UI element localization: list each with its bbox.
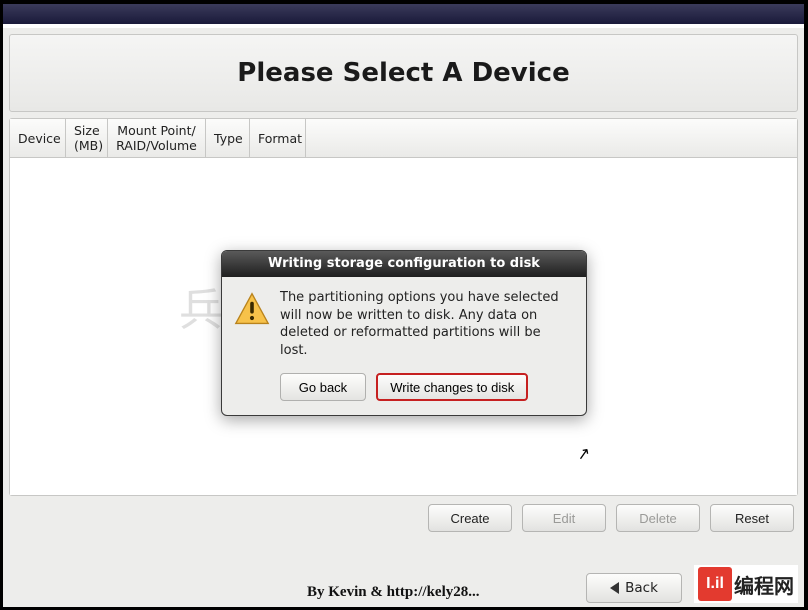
col-device[interactable]: Device (10, 119, 66, 157)
edit-button: Edit (522, 504, 606, 532)
col-type[interactable]: Type (206, 119, 250, 157)
col-mount-l1: Mount Point/ (116, 123, 197, 138)
write-changes-button[interactable]: Write changes to disk (376, 373, 528, 401)
warning-icon (234, 291, 270, 327)
go-back-button[interactable]: Go back (280, 373, 366, 401)
back-button[interactable]: Back (586, 573, 682, 603)
dialog-body: The partitioning options you have select… (222, 277, 586, 365)
brand-text: 编程网 (734, 570, 794, 599)
delete-button: Delete (616, 504, 700, 532)
col-mount[interactable]: Mount Point/ RAID/Volume (108, 119, 206, 157)
dialog-buttons: Go back Write changes to disk (222, 365, 586, 415)
dialog-message: The partitioning options you have select… (280, 289, 572, 359)
col-size-l1: Size (74, 123, 99, 138)
back-label: Back (625, 580, 658, 596)
create-button[interactable]: Create (428, 504, 512, 532)
col-mount-l2: RAID/Volume (116, 138, 197, 153)
credit-text: By Kevin & http://kely28... (307, 584, 480, 601)
col-format[interactable]: Format (250, 119, 306, 157)
col-size[interactable]: Size (MB) (66, 119, 108, 157)
reset-button[interactable]: Reset (710, 504, 794, 532)
column-headers: Device Size (MB) Mount Point/ RAID/Volum… (10, 119, 797, 158)
arrow-left-icon (610, 582, 619, 594)
window-titlebar (3, 4, 804, 24)
header-panel: Please Select A Device (9, 34, 798, 112)
action-buttons: Create Edit Delete Reset (9, 496, 798, 532)
brand-badge: I.il 编程网 (694, 565, 798, 603)
dialog-title: Writing storage configuration to disk (222, 251, 586, 277)
write-confirm-dialog: Writing storage configuration to disk Th… (221, 250, 587, 416)
brand-logo-icon: I.il (698, 567, 732, 601)
col-size-l2: (MB) (74, 138, 99, 153)
page-title: Please Select A Device (237, 58, 569, 88)
